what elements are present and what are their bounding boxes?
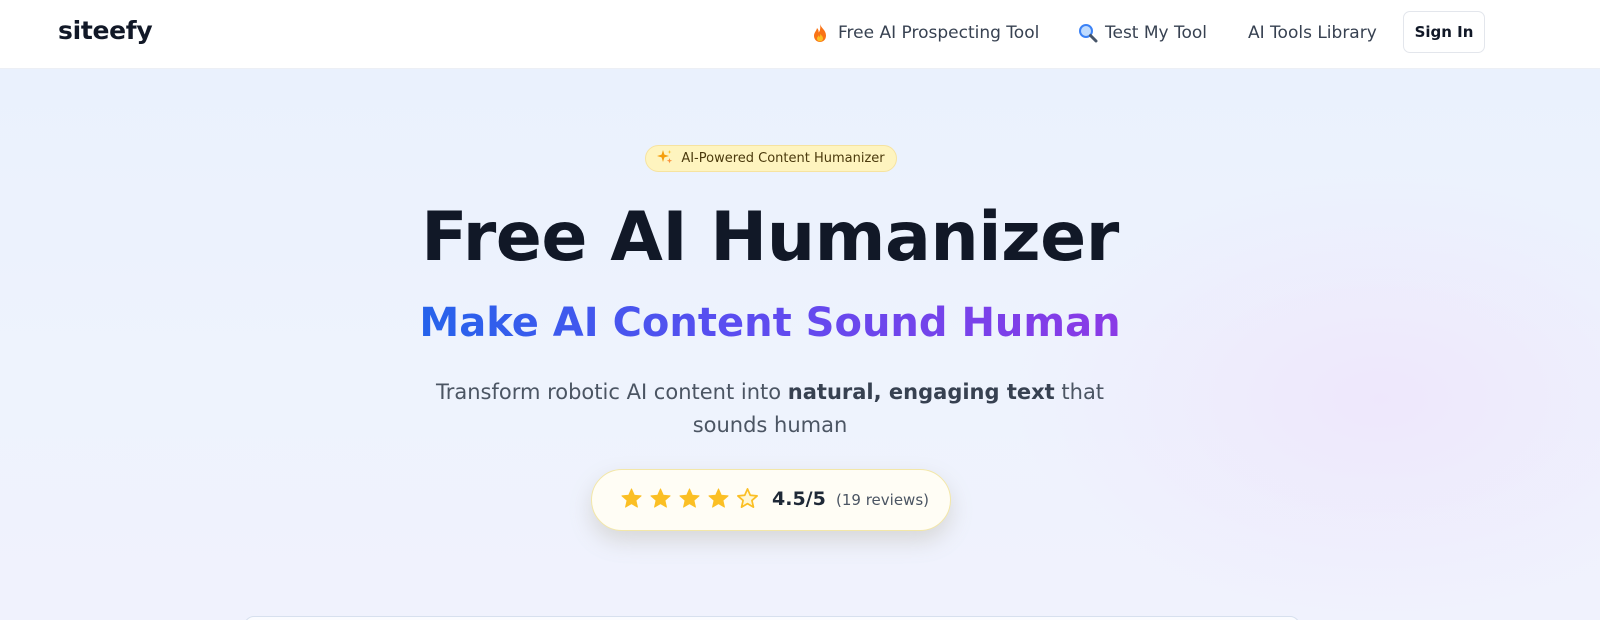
feature-badge-label: AI-Powered Content Humanizer [681,151,885,166]
feature-badge: AI-Powered Content Humanizer [645,145,897,172]
nav-link-prospecting-tool[interactable]: Free AI Prospecting Tool [811,20,1039,46]
star-outline-icon [737,488,758,508]
rating-review-count: (19 reviews) [836,491,929,509]
fire-icon [811,23,829,43]
main-nav: Free AI Prospecting Tool Test My Tool AI… [0,0,1600,69]
star-filled-icon [621,488,642,508]
nav-link-test-my-tool[interactable]: Test My Tool [1078,20,1207,46]
description-emphasis: natural, engaging text [787,380,1055,404]
nav-link-label: Free AI Prospecting Tool [838,23,1040,43]
rating-stars [620,487,759,510]
star-filled-icon [708,488,729,508]
sparkles-icon [657,149,673,169]
sign-in-button[interactable]: Sign In [1403,11,1485,53]
magnifier-icon [1078,23,1098,43]
star-filled-icon [679,488,700,508]
tool-card-edge [244,616,1300,620]
page-subtitle-text: Make AI Content Sound Human [419,300,1121,346]
page: siteefy Free AI Prospecting Tool Test My… [0,0,1600,620]
rating-score: 4.5/5 [772,488,826,510]
rating-pill[interactable]: 4.5/5 (19 reviews) [591,469,951,531]
page-subtitle: Make AI Content Sound Human [0,298,1540,348]
star-filled-icon [650,488,671,508]
nav-link-label: Test My Tool [1105,23,1208,43]
hero-description: Transform robotic AI content into natura… [400,376,1140,442]
nav-link-label: AI Tools Library [1248,23,1377,43]
page-title: Free AI Humanizer [421,198,1119,277]
description-text-before: Transform robotic AI content into [435,380,788,404]
top-navbar: siteefy Free AI Prospecting Tool Test My… [0,0,1600,69]
nav-link-ai-tools-library[interactable]: AI Tools Library [1248,20,1377,46]
